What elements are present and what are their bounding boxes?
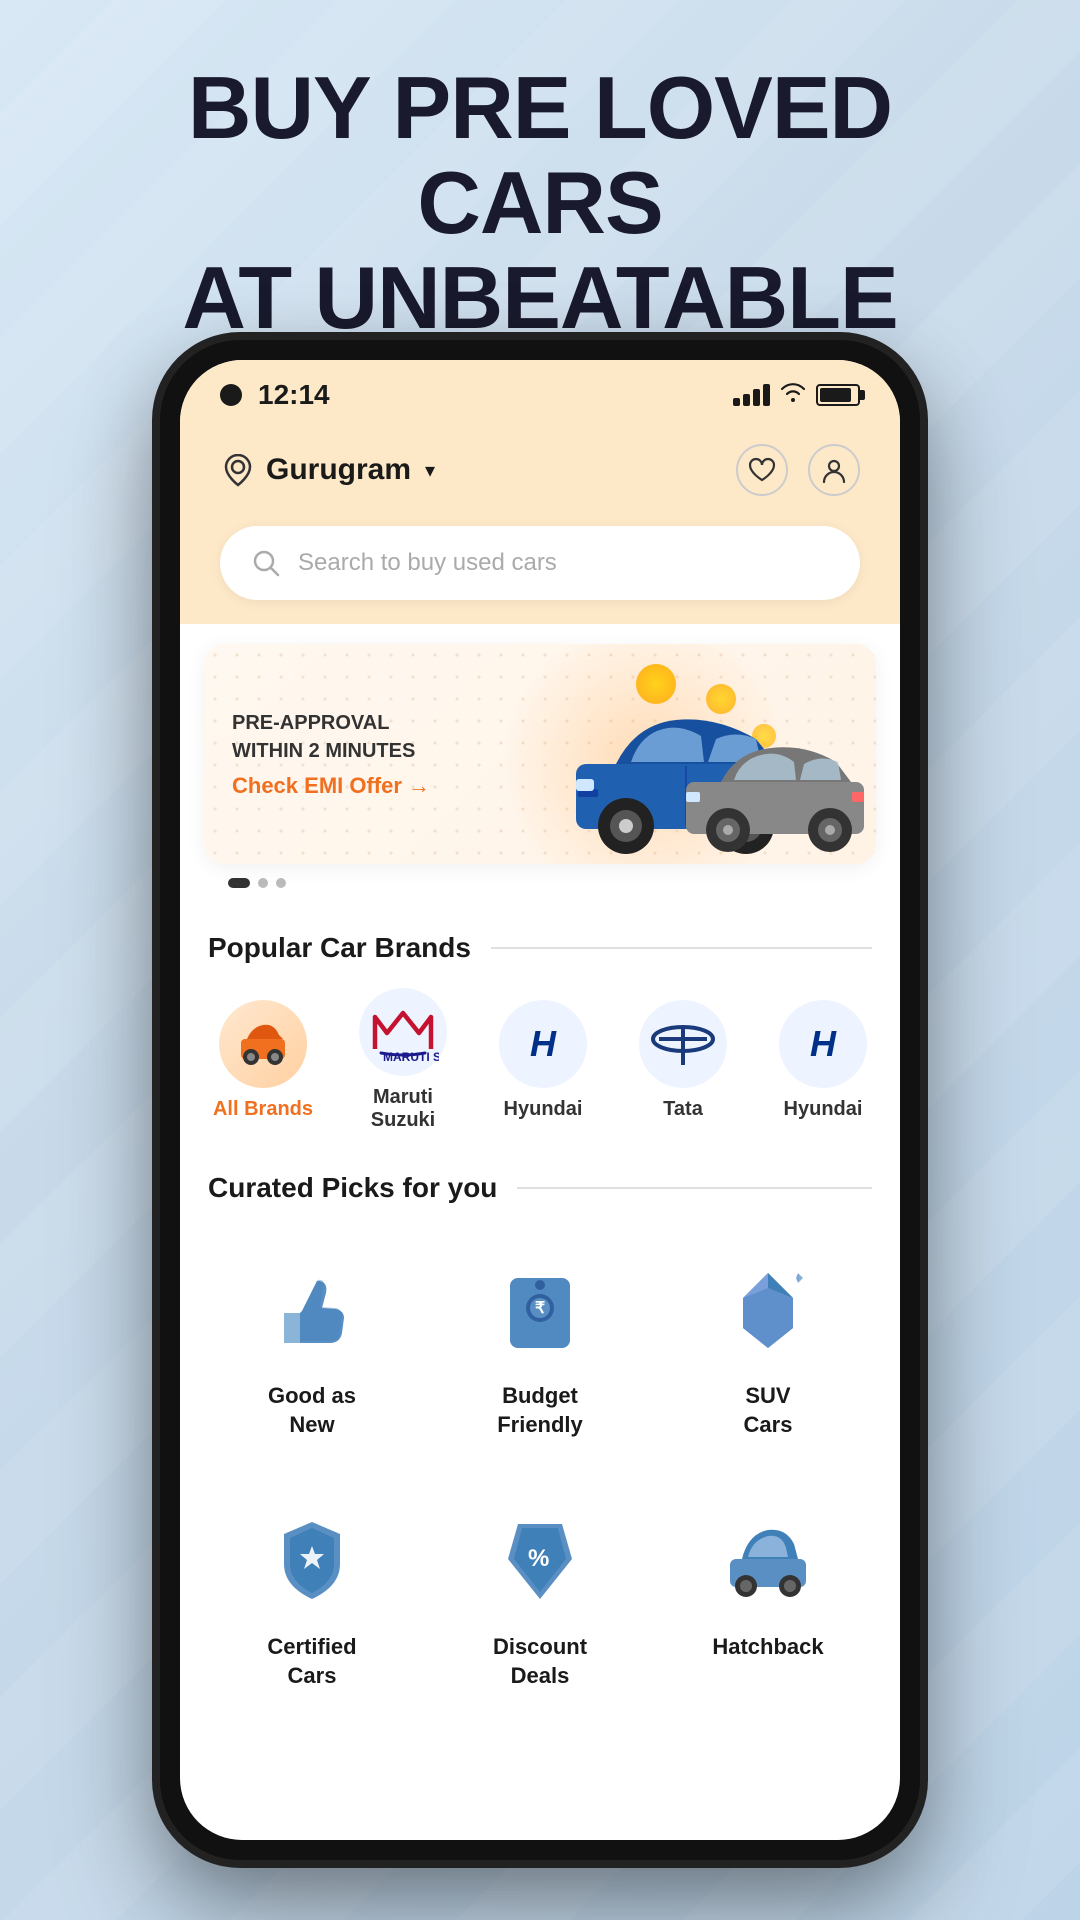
brand-hyundai1-icon-bg: H — [499, 1000, 587, 1088]
wallet-icon: ₹ — [490, 1253, 590, 1363]
popular-brands-header: Popular Car Brands — [208, 932, 872, 964]
battery-icon — [816, 384, 860, 406]
phone-screen: 12:14 — [180, 360, 900, 1840]
profile-button[interactable] — [808, 444, 860, 496]
brand-tata-icon-bg — [639, 1000, 727, 1088]
diamond-icon — [718, 1253, 818, 1363]
curated-discount-deals[interactable]: % DiscountDeals — [436, 1479, 644, 1710]
brand-all-icon-bg — [219, 1000, 307, 1088]
banner-card[interactable]: PRE-APPROVALWITHIN 2 MINUTES Check EMI O… — [204, 644, 876, 864]
curated-hatchback[interactable]: Hatchback — [664, 1479, 872, 1710]
popular-brands-section: Popular Car Brands — [180, 912, 900, 1152]
banner-text: PRE-APPROVALWITHIN 2 MINUTES Check EMI O… — [204, 685, 458, 823]
brands-row: All Brands MARUTI SUZUKI MarutiSuzuki — [208, 988, 872, 1132]
tag-icon: % — [490, 1504, 590, 1614]
section-divider — [491, 947, 872, 949]
camera-dot — [220, 384, 242, 406]
curated-picks-header: Curated Picks for you — [208, 1172, 872, 1204]
good-as-new-label: Good asNew — [268, 1382, 356, 1439]
banner-dots — [204, 878, 876, 888]
status-time-area: 12:14 — [220, 379, 330, 411]
location-pin-icon — [220, 452, 256, 488]
wifi-icon — [780, 381, 806, 410]
dot-inactive-1 — [258, 878, 268, 888]
brand-hyundai1-label: Hyundai — [504, 1098, 583, 1121]
popular-brands-title: Popular Car Brands — [208, 932, 471, 964]
maruti-suzuki-logo-icon: MARUTI SUZUKI — [367, 1003, 439, 1061]
brand-hyundai-2[interactable]: H Hyundai — [768, 1000, 872, 1121]
banner-subtitle: PRE-APPROVALWITHIN 2 MINUTES — [232, 709, 430, 765]
svg-text:₹: ₹ — [535, 1300, 545, 1317]
brand-maruti-suzuki[interactable]: MARUTI SUZUKI MarutiSuzuki — [348, 988, 458, 1132]
search-area: Search to buy used cars — [180, 516, 900, 624]
budget-friendly-label: BudgetFriendly — [497, 1382, 583, 1439]
search-icon — [250, 547, 282, 579]
curated-section-divider — [517, 1187, 872, 1189]
banner-cta[interactable]: Check EMI Offer → — [232, 773, 430, 799]
curated-grid: Good asNew ₹ — [208, 1228, 872, 1720]
budget-friendly-icon-box: ₹ — [480, 1248, 600, 1368]
svg-text:MARUTI SUZUKI: MARUTI SUZUKI — [383, 1050, 439, 1061]
heart-icon — [748, 457, 776, 483]
brand-hyundai2-icon-bg: H — [779, 1000, 867, 1088]
hyundai2-logo-icon: H — [810, 1023, 836, 1065]
dot-inactive-2 — [276, 878, 286, 888]
brand-all-label: All Brands — [213, 1098, 313, 1121]
dot-active — [228, 878, 250, 888]
certified-cars-icon-box — [252, 1499, 372, 1619]
search-placeholder: Search to buy used cars — [298, 549, 830, 577]
brand-tata[interactable]: Tata — [628, 1000, 738, 1121]
good-as-new-icon-box — [252, 1248, 372, 1368]
brand-hyundai-1[interactable]: H Hyundai — [488, 1000, 598, 1121]
brand-hyundai2-label: Hyundai — [784, 1098, 863, 1121]
hatchback-label: Hatchback — [712, 1633, 823, 1662]
signal-bars-icon — [733, 384, 770, 406]
brand-maruti-icon-bg: MARUTI SUZUKI — [359, 988, 447, 1076]
header-actions — [736, 444, 860, 496]
thumbsup-icon — [262, 1253, 362, 1363]
curated-picks-section: Curated Picks for you Good asNew — [180, 1152, 900, 1720]
phone-mockup: 12:14 — [160, 340, 920, 1860]
curated-good-as-new[interactable]: Good asNew — [208, 1228, 416, 1459]
status-time: 12:14 — [258, 379, 330, 411]
banner-sedan-car — [676, 724, 876, 854]
shield-icon — [262, 1504, 362, 1614]
status-bar: 12:14 — [180, 360, 900, 430]
certified-cars-label: CertifiedCars — [267, 1633, 356, 1690]
banner-area: PRE-APPROVALWITHIN 2 MINUTES Check EMI O… — [180, 624, 900, 912]
hero-title-line1: BUY PRE LOVED CARS — [188, 58, 892, 252]
discount-deals-label: DiscountDeals — [493, 1633, 587, 1690]
chevron-down-icon: ▾ — [425, 458, 435, 483]
curated-picks-title: Curated Picks for you — [208, 1172, 497, 1204]
curated-certified-cars[interactable]: CertifiedCars — [208, 1479, 416, 1710]
status-icons-group — [733, 381, 860, 410]
brand-tata-label: Tata — [663, 1098, 703, 1121]
brand-maruti-label: MarutiSuzuki — [371, 1086, 435, 1132]
all-brands-car-icon — [237, 1021, 289, 1067]
hatchback-icon-box — [708, 1499, 828, 1619]
location-name: Gurugram — [266, 453, 411, 487]
curated-budget-friendly[interactable]: ₹ BudgetFriendly — [436, 1228, 644, 1459]
suv-cars-icon-box — [708, 1248, 828, 1368]
curated-suv-cars[interactable]: SUVCars — [664, 1228, 872, 1459]
favorites-button[interactable] — [736, 444, 788, 496]
hatchback-car-icon — [718, 1504, 818, 1614]
suv-cars-label: SUVCars — [744, 1382, 793, 1439]
location-selector[interactable]: Gurugram ▾ — [220, 452, 435, 488]
person-icon — [820, 456, 848, 484]
brand-all-brands[interactable]: All Brands — [208, 1000, 318, 1121]
app-header: Gurugram ▾ — [180, 430, 900, 516]
tata-logo-icon — [649, 1019, 717, 1069]
svg-text:%: % — [528, 1545, 549, 1572]
search-bar[interactable]: Search to buy used cars — [220, 526, 860, 600]
hyundai-logo-icon: H — [530, 1023, 556, 1065]
discount-deals-icon-box: % — [480, 1499, 600, 1619]
